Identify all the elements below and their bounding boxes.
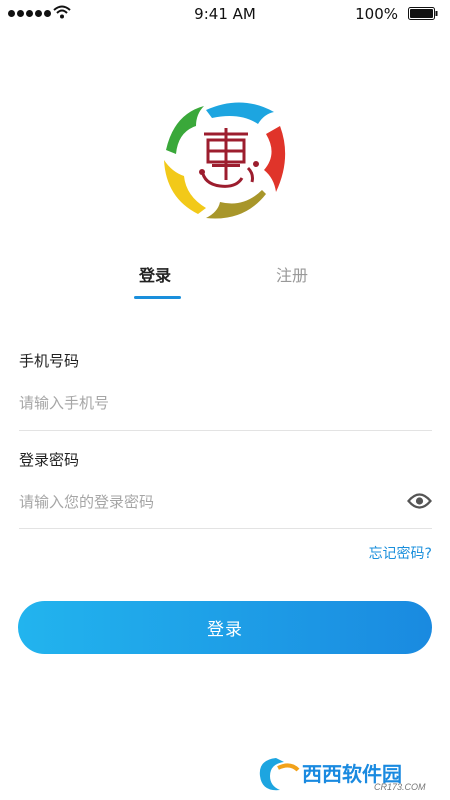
app-logo <box>164 102 286 219</box>
tab-login[interactable]: 登录 <box>139 262 171 286</box>
watermark-logo: 西西软件园 CR173.COM <box>259 758 426 792</box>
phone-input[interactable] <box>19 390 399 416</box>
password-label: 登录密码 <box>19 451 80 469</box>
divider <box>19 528 432 529</box>
battery-icon <box>408 7 438 20</box>
divider <box>19 430 432 431</box>
eye-icon[interactable] <box>407 491 432 511</box>
login-button[interactable]: 登录 <box>18 601 432 654</box>
watermark-subtext: CR173.COM <box>374 782 426 792</box>
battery-percentage: 100% <box>355 5 398 23</box>
forgot-password-link[interactable]: 忘记密码? <box>369 543 432 563</box>
tab-register[interactable]: 注册 <box>276 262 308 286</box>
password-input[interactable] <box>19 489 389 515</box>
active-tab-indicator <box>134 296 181 299</box>
phone-label: 手机号码 <box>19 352 80 370</box>
status-bar: 9:41 AM 100% <box>0 0 450 28</box>
